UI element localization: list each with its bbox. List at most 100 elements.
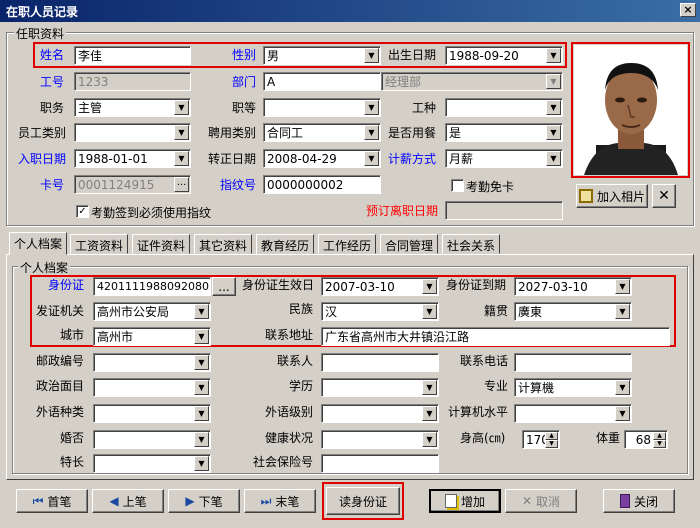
chevron-down-icon[interactable]: ▼ — [174, 151, 189, 166]
dept-name-select[interactable]: 经理部 ▼ — [381, 72, 563, 91]
att-free-checkbox[interactable] — [451, 179, 464, 192]
chevron-down-icon[interactable]: ▼ — [174, 125, 189, 140]
position-select[interactable]: 主管 ▼ — [74, 98, 191, 117]
insurance-input[interactable] — [321, 454, 439, 473]
lang-select[interactable]: ▼ — [93, 404, 211, 423]
name-input[interactable]: 李佳 — [74, 46, 191, 65]
chevron-up-icon[interactable]: ▲ — [653, 432, 666, 440]
chevron-down-icon[interactable]: ▼ — [364, 125, 379, 140]
hirecat-select[interactable]: 合同工 ▼ — [263, 123, 381, 142]
chevron-down-icon[interactable]: ▼ — [545, 440, 558, 448]
tab-salary[interactable]: 工资资料 — [70, 234, 129, 254]
city-select[interactable]: 高州市 ▼ — [93, 327, 211, 346]
tab-contracts[interactable]: 合同管理 — [380, 234, 439, 254]
last-record-button[interactable]: ⏭ 末笔 — [244, 489, 316, 513]
chevron-down-icon[interactable]: ▼ — [615, 304, 630, 319]
grade-select[interactable]: ▼ — [263, 98, 381, 117]
meal-select[interactable]: 是 ▼ — [445, 123, 563, 142]
chevron-down-icon[interactable]: ▼ — [364, 48, 379, 63]
chevron-down-icon[interactable]: ▼ — [422, 380, 437, 395]
chevron-up-icon[interactable]: ▲ — [545, 432, 558, 440]
issuer-select[interactable]: 高州市公安局 ▼ — [93, 302, 211, 321]
worktype-select[interactable]: ▼ — [445, 98, 563, 117]
card-browse-button[interactable]: ... — [174, 177, 189, 192]
first-record-button[interactable]: ⏮ 首笔 — [16, 489, 88, 513]
tab-education[interactable]: 教育经历 — [256, 234, 315, 254]
chevron-down-icon[interactable]: ▼ — [422, 304, 437, 319]
chevron-down-icon[interactable]: ▼ — [422, 279, 437, 294]
regular-date-picker[interactable]: 2008-04-29 ▼ — [263, 149, 381, 168]
empcat-select[interactable]: ▼ — [74, 123, 191, 142]
chevron-down-icon[interactable]: ▼ — [194, 304, 209, 319]
empno-input[interactable]: 1233 — [74, 72, 191, 91]
chevron-down-icon[interactable]: ▼ — [194, 329, 209, 344]
chevron-down-icon[interactable]: ▼ — [546, 125, 561, 140]
tab-personal[interactable]: 个人档案 — [9, 232, 68, 255]
chevron-down-icon[interactable]: ▼ — [174, 100, 189, 115]
att-finger-checkbox[interactable]: ✓ — [76, 205, 89, 218]
chevron-down-icon[interactable]: ▼ — [615, 279, 630, 294]
langlevel-select[interactable]: ▼ — [321, 404, 439, 423]
finger-label: 指纹号 — [220, 178, 257, 192]
height-stepper[interactable]: 170 ▲ ▼ — [522, 430, 560, 449]
chevron-down-icon[interactable]: ▼ — [546, 151, 561, 166]
chevron-down-icon[interactable]: ▼ — [546, 100, 561, 115]
chevron-down-icon[interactable]: ▼ — [364, 100, 379, 115]
prev-record-button[interactable]: ◀ 上笔 — [92, 489, 164, 513]
political-select[interactable]: ▼ — [93, 378, 211, 397]
chevron-down-icon[interactable]: ▼ — [422, 432, 437, 447]
skill-select[interactable]: ▼ — [93, 454, 211, 473]
gender-select[interactable]: 男 ▼ — [263, 46, 381, 65]
hirecat-label: 聘用类别 — [208, 126, 257, 140]
computer-select[interactable]: ▼ — [514, 404, 632, 423]
chevron-down-icon[interactable]: ▼ — [194, 432, 209, 447]
hiredate-picker[interactable]: 1988-01-01 ▼ — [74, 149, 191, 168]
chevron-down-icon[interactable]: ▼ — [194, 406, 209, 421]
major-select[interactable]: 计算機 ▼ — [514, 378, 632, 397]
finger-input[interactable]: 0000000002 — [263, 175, 381, 194]
id-expire-picker[interactable]: 2027-03-10 ▼ — [514, 277, 632, 296]
chevron-down-icon[interactable]: ▼ — [364, 151, 379, 166]
marital-select[interactable]: ▼ — [93, 430, 211, 449]
health-select[interactable]: ▼ — [321, 430, 439, 449]
native-select[interactable]: 廣東 ▼ — [514, 302, 632, 321]
nation-select[interactable]: 汉 ▼ — [321, 302, 439, 321]
chevron-down-icon[interactable]: ▼ — [194, 456, 209, 471]
read-id-card-button[interactable]: 读身份证 — [326, 487, 400, 515]
birth-date-picker[interactable]: 1988-09-20 ▼ — [445, 46, 563, 65]
delete-photo-button[interactable]: ✕ — [652, 184, 676, 208]
tab-work-history[interactable]: 工作经历 — [318, 234, 377, 254]
add-button[interactable]: 增加 — [429, 489, 501, 513]
salary-select[interactable]: 月薪 ▼ — [445, 149, 563, 168]
contact-input[interactable] — [321, 353, 439, 372]
chevron-down-icon[interactable]: ▼ — [653, 440, 666, 448]
next-record-button[interactable]: ▶ 下笔 — [168, 489, 240, 513]
weight-stepper[interactable]: 68 ▲ ▼ — [624, 430, 668, 449]
position-value: 主管 — [78, 101, 103, 115]
card-input[interactable]: 0001124915... — [74, 175, 191, 194]
tab-other[interactable]: 其它资料 — [194, 234, 253, 254]
health-label: 健康状况 — [265, 431, 314, 445]
close-button[interactable]: 关闭 — [603, 489, 675, 513]
chevron-down-icon[interactable]: ▼ — [615, 406, 630, 421]
phone-input[interactable] — [514, 353, 632, 372]
chevron-down-icon[interactable]: ▼ — [615, 380, 630, 395]
education-select[interactable]: ▼ — [321, 378, 439, 397]
chevron-down-icon[interactable]: ▼ — [546, 74, 561, 89]
id-valid-picker[interactable]: 2007-03-10 ▼ — [321, 277, 439, 296]
chevron-down-icon[interactable]: ▼ — [546, 48, 561, 63]
address-input[interactable]: 广东省高州市大井镇沿江路 — [321, 327, 670, 346]
idcard-input[interactable]: 42011119880920805X — [93, 277, 211, 296]
chevron-down-icon[interactable]: ▼ — [194, 380, 209, 395]
leave-date-input[interactable] — [445, 201, 563, 220]
cancel-button[interactable]: ✕ 取消 — [505, 489, 577, 513]
postcode-select[interactable]: ▼ — [93, 353, 211, 372]
dept-code-input[interactable]: A — [263, 72, 381, 91]
idcard-browse-button[interactable]: ... — [212, 277, 236, 296]
tab-social[interactable]: 社会关系 — [442, 234, 501, 254]
close-window-button[interactable]: × — [680, 3, 696, 17]
chevron-down-icon[interactable]: ▼ — [194, 355, 209, 370]
chevron-down-icon[interactable]: ▼ — [422, 406, 437, 421]
add-photo-button[interactable]: 加入相片 — [576, 184, 648, 208]
tab-certificates[interactable]: 证件资料 — [132, 234, 191, 254]
